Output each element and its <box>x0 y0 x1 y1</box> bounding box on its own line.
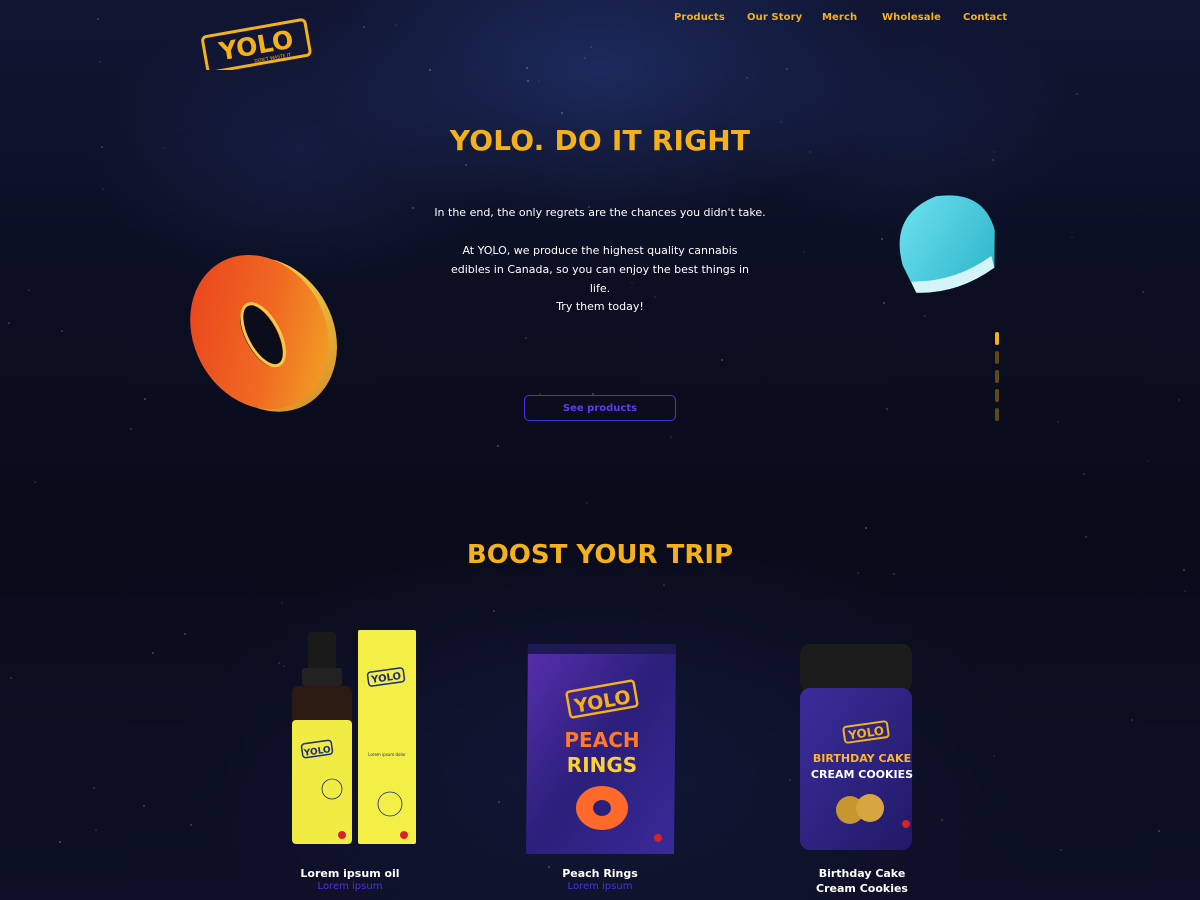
star <box>527 80 529 82</box>
hero-line-3: Try them today! <box>556 300 644 313</box>
star <box>924 315 926 317</box>
star <box>670 436 672 438</box>
slider-dot[interactable] <box>995 332 999 345</box>
section-title: BOOST YOUR TRIP <box>466 540 734 570</box>
product-name[interactable]: Peach Rings <box>490 866 710 881</box>
star <box>59 841 61 843</box>
star <box>746 77 748 79</box>
star <box>886 408 888 410</box>
product-image-birthday-cake-cookies: YOLO BIRTHDAY CAKE CREAM COOKIES <box>752 624 972 854</box>
main-nav: Products Our Story Merch Wholesale Conta… <box>660 12 1010 28</box>
product-card-peach-rings[interactable]: YOLO PEACH RINGS Peach Rings Lorem ipsum <box>490 624 710 900</box>
star <box>102 188 104 190</box>
nav-merch[interactable]: Merch <box>822 12 857 23</box>
star <box>465 164 467 166</box>
star <box>780 121 782 123</box>
star <box>584 57 586 59</box>
product-subtitle[interactable]: Lorem ipsum <box>240 880 460 894</box>
star <box>586 502 588 504</box>
product-name-line-2[interactable]: Cream Cookies <box>752 881 972 896</box>
nav-contact[interactable]: Contact <box>963 12 1007 23</box>
star <box>1142 291 1144 293</box>
slider-dot[interactable] <box>995 408 999 421</box>
nav-our-story[interactable]: Our Story <box>747 12 802 23</box>
svg-text:BIRTHDAY CAKE: BIRTHDAY CAKE <box>813 752 911 765</box>
hero-line-1: In the end, the only regrets are the cha… <box>434 206 766 219</box>
blue-gumdrop-image <box>878 184 1008 300</box>
hero-slider-indicator <box>995 332 1001 422</box>
star <box>144 398 146 400</box>
slider-dot[interactable] <box>995 370 999 383</box>
star <box>857 572 859 574</box>
star <box>28 289 30 291</box>
star <box>34 481 36 483</box>
star <box>1071 236 1073 238</box>
star <box>893 573 895 575</box>
star <box>1057 421 1059 423</box>
star <box>561 112 563 114</box>
star <box>95 829 97 831</box>
star <box>538 80 540 82</box>
star <box>992 159 994 161</box>
star <box>1083 473 1085 475</box>
star <box>883 302 885 304</box>
yolo-logo[interactable]: YOLO DON'T WASTE IT <box>200 18 312 70</box>
see-products-button[interactable]: See products <box>524 395 676 421</box>
star <box>184 633 186 635</box>
svg-text:CREAM COOKIES: CREAM COOKIES <box>811 768 913 781</box>
star <box>99 61 101 63</box>
star <box>10 677 12 679</box>
star <box>1184 590 1186 592</box>
star <box>786 68 788 70</box>
slider-dot[interactable] <box>995 351 999 364</box>
svg-text:Lorem ipsum dolor: Lorem ipsum dolor <box>368 752 406 757</box>
svg-text:RINGS: RINGS <box>567 753 637 777</box>
star <box>395 24 397 26</box>
star <box>590 46 592 48</box>
hero-title: YOLO. DO IT RIGHT <box>449 124 751 157</box>
star <box>1076 93 1078 95</box>
hero-line-2: At YOLO, we produce the highest quality … <box>450 244 750 295</box>
product-subtitle[interactable]: Lorem ipsum <box>490 880 710 894</box>
star <box>525 337 527 339</box>
star <box>8 322 10 324</box>
star <box>1147 460 1149 462</box>
star <box>1060 849 1062 851</box>
star <box>993 755 995 757</box>
product-image-oil: YOLO YOLO Lorem ipsum dolor <box>240 624 460 854</box>
star <box>97 18 99 20</box>
peach-ring-gummy-image <box>180 238 340 428</box>
star <box>281 602 283 604</box>
product-card-birthday-cake-cookies[interactable]: YOLO BIRTHDAY CAKE CREAM COOKIES Birthda… <box>752 624 972 900</box>
star <box>1178 399 1180 401</box>
star <box>493 610 495 612</box>
star <box>143 805 145 807</box>
star <box>61 330 63 332</box>
star <box>526 67 528 69</box>
star <box>1131 719 1133 721</box>
star <box>1085 536 1087 538</box>
product-name[interactable]: Lorem ipsum oil <box>240 866 460 881</box>
star <box>1158 830 1160 832</box>
star <box>497 445 499 447</box>
svg-text:PEACH: PEACH <box>564 728 639 752</box>
star <box>93 787 95 789</box>
product-card-oil[interactable]: YOLO YOLO Lorem ipsum dolor Lorem ipsum … <box>240 624 460 900</box>
star <box>190 824 192 826</box>
product-image-peach-rings: YOLO PEACH RINGS <box>490 624 710 856</box>
star <box>663 584 665 586</box>
star <box>130 428 132 430</box>
star <box>429 69 431 71</box>
nav-products[interactable]: Products <box>674 12 725 23</box>
star <box>865 527 867 529</box>
star <box>803 251 805 253</box>
star <box>152 652 154 654</box>
star <box>363 26 365 28</box>
product-name-line-1[interactable]: Birthday Cake <box>752 866 972 881</box>
nav-wholesale[interactable]: Wholesale <box>882 12 941 23</box>
slider-dot[interactable] <box>995 389 999 402</box>
star <box>721 359 723 361</box>
